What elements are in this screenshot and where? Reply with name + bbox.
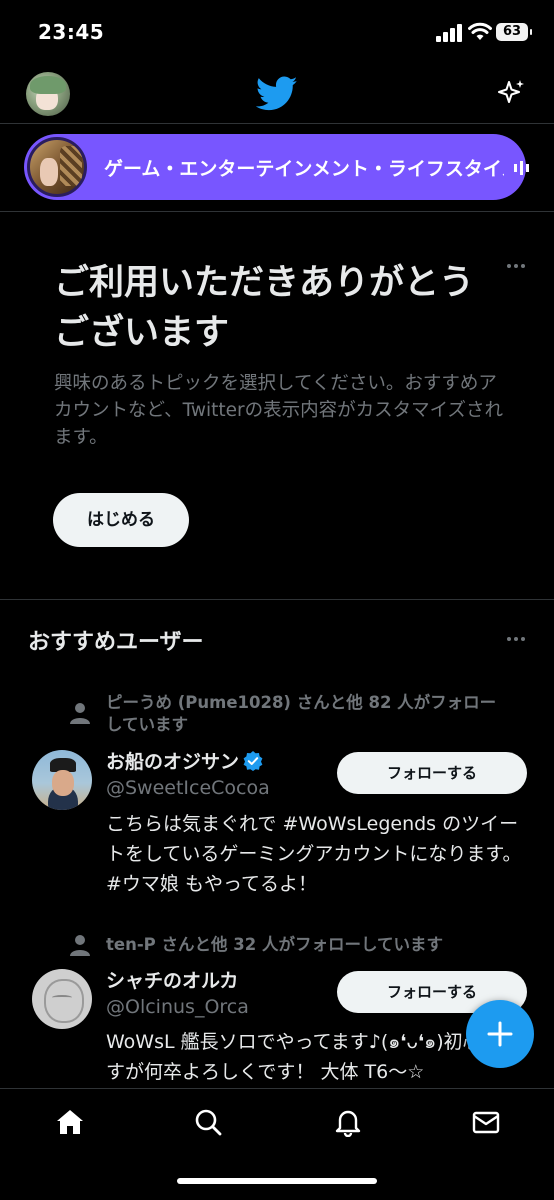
section-title: おすすめユーザー	[28, 630, 204, 655]
status-bar: 23:45 63	[0, 0, 554, 66]
person-icon	[70, 703, 90, 724]
welcome-title: ご利用いただきありがとうございます	[54, 263, 475, 353]
plus-icon	[487, 1021, 513, 1047]
user-avatar[interactable]	[32, 750, 92, 810]
spaces-host-avatar	[27, 137, 87, 197]
user-name[interactable]: お船のオジサン	[106, 747, 263, 774]
wifi-icon	[468, 22, 492, 40]
status-time: 23:45	[38, 20, 105, 44]
social-context: ten-P さんと他 32 人がフォローしています	[106, 935, 443, 954]
spaces-title: ゲーム・エンターテインメント・ライフスタイル	[104, 158, 504, 180]
mail-icon[interactable]	[471, 1107, 501, 1137]
user-name-text: お船のオジサン	[106, 751, 240, 773]
home-icon[interactable]	[55, 1107, 85, 1137]
compose-button[interactable]	[466, 1000, 534, 1068]
search-icon[interactable]	[193, 1107, 223, 1137]
start-button[interactable]: はじめる	[53, 493, 189, 547]
user-name[interactable]: シャチのオルカ	[106, 966, 238, 993]
top-app-bar	[0, 66, 554, 124]
signal-icon	[436, 24, 462, 42]
bell-icon[interactable]	[333, 1107, 363, 1137]
profile-avatar[interactable]	[26, 72, 70, 116]
social-context: ピーうめ (Pume1028) さんと他 82 人がフォロー しています	[106, 693, 497, 734]
verified-badge-icon	[243, 751, 263, 771]
user-avatar[interactable]	[32, 969, 92, 1029]
user-bio: WoWsL 艦長ソロでやってます♪(๑❛ᴗ❛๑)初心者ですが何卒よろしくです！ …	[106, 1031, 520, 1083]
welcome-description: 興味のあるトピックを選択してください。おすすめアカウントなど、Twitterの表…	[54, 373, 504, 448]
follow-button[interactable]: フォローする	[337, 752, 527, 794]
sparkle-icon[interactable]	[496, 78, 526, 108]
home-indicator	[177, 1178, 377, 1184]
user-handle: @SweetIceCocoa	[106, 777, 270, 799]
divider	[0, 211, 554, 212]
user-handle: @Olcinus_Orca	[106, 996, 249, 1018]
battery-indicator: 63	[496, 23, 532, 41]
audio-wave-icon	[514, 161, 529, 175]
more-options-icon[interactable]	[506, 636, 526, 642]
twitter-bird-icon[interactable]	[256, 76, 298, 112]
person-icon	[70, 935, 90, 956]
divider	[0, 599, 554, 600]
spaces-bar[interactable]: ゲーム・エンターテインメント・ライフスタイル	[24, 134, 529, 200]
more-options-icon[interactable]	[506, 263, 526, 269]
user-bio: こちらは気まぐれで #WoWsLegends のツイートをしているゲーミングアカ…	[106, 813, 522, 895]
